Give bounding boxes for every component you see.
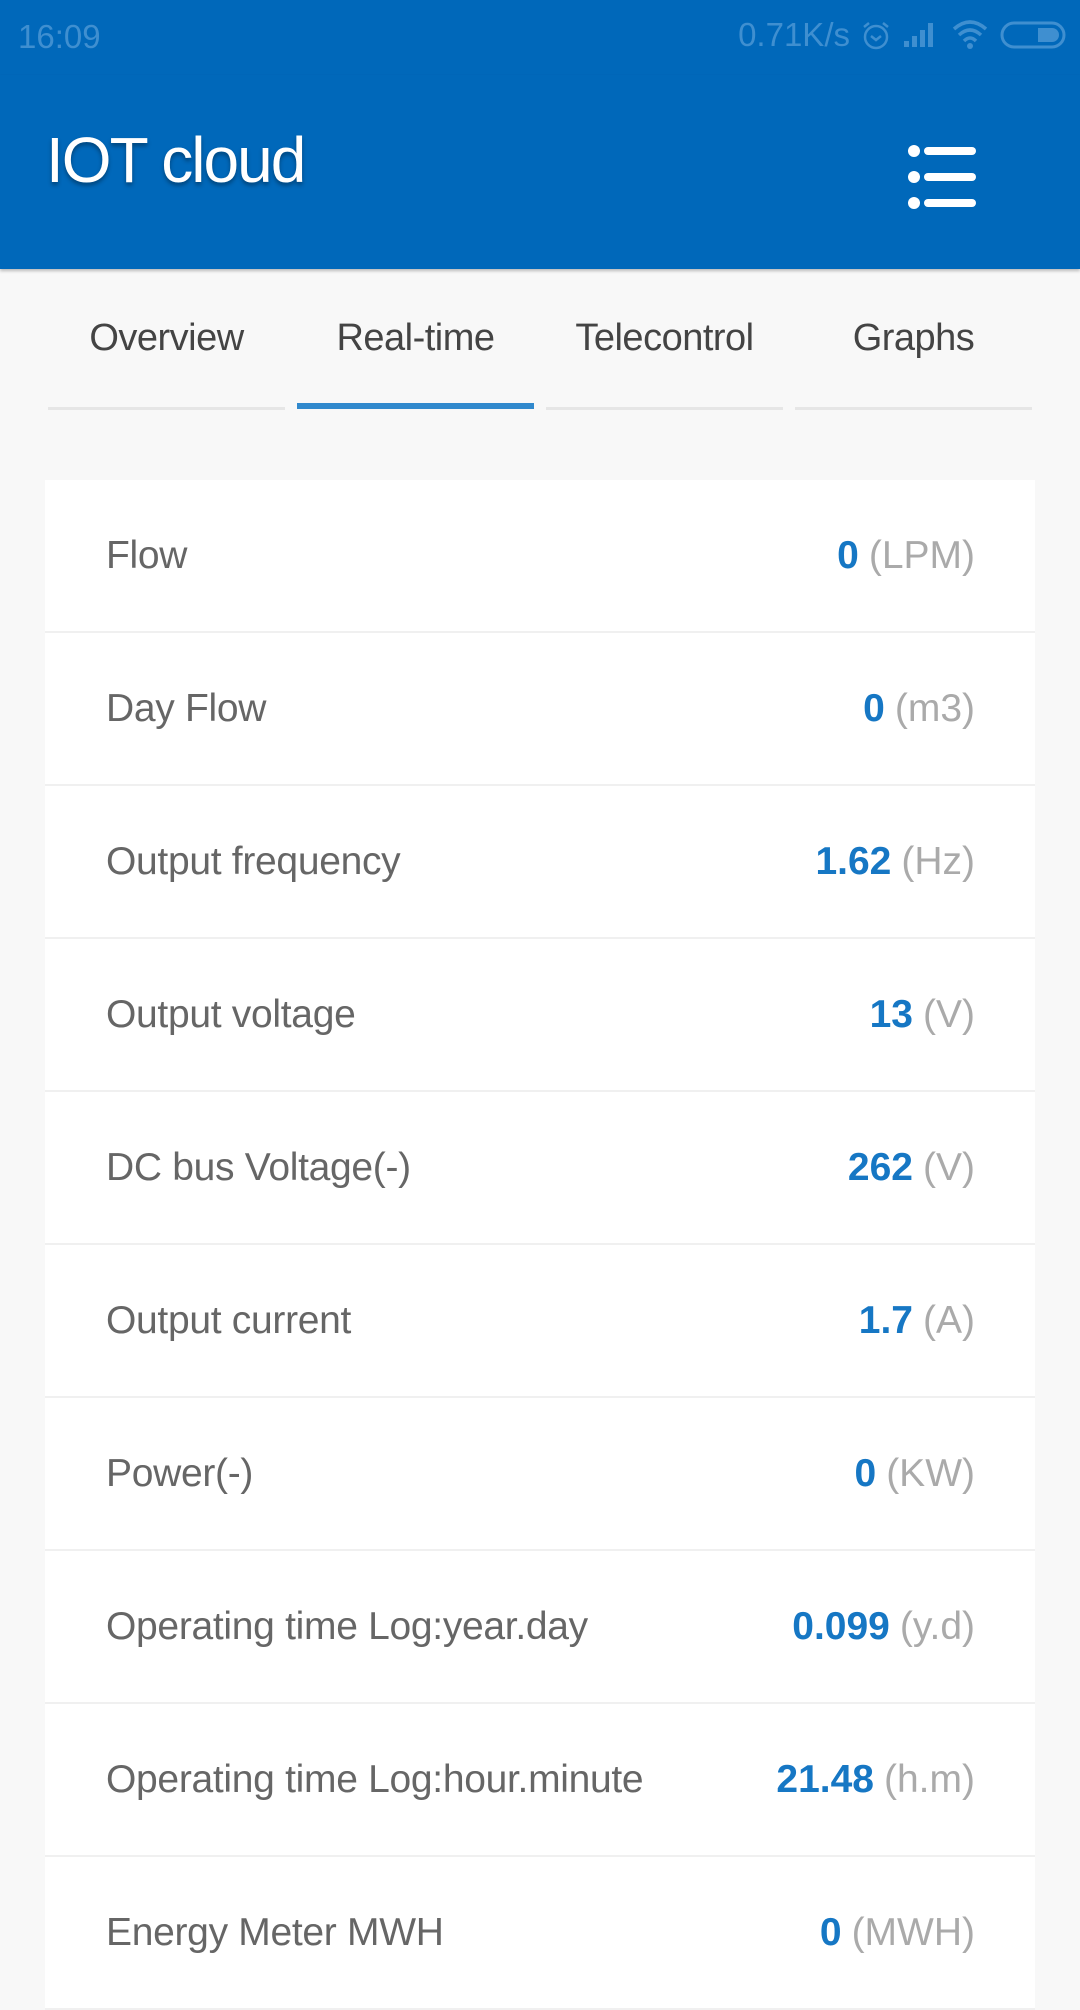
reading-value: 1.7 (A)	[859, 1299, 975, 1343]
tab-underline	[546, 407, 783, 410]
list-menu-icon	[900, 145, 990, 219]
reading-label: Output frequency	[106, 839, 401, 883]
reading-label: Day Flow	[106, 686, 267, 730]
reading-unit: (KW)	[886, 1451, 975, 1495]
readings-list: Flow 0 (LPM) Day Flow 0 (m3) Output freque…	[45, 480, 1035, 2010]
reading-label: Operating time Log:year.day	[106, 1604, 588, 1648]
reading-value: 0 (KW)	[854, 1452, 975, 1496]
reading-unit: (y.d)	[899, 1604, 975, 1648]
tab-graphs[interactable]: Graphs	[795, 290, 1032, 420]
tab-bar: Overview Real-time Telecontrol Graphs	[48, 290, 1032, 420]
reading-label: Output voltage	[106, 992, 356, 1036]
tab-telecontrol[interactable]: Telecontrol	[546, 290, 783, 420]
reading-value: 13 (V)	[870, 993, 975, 1037]
menu-button[interactable]	[900, 125, 990, 215]
reading-value: 0 (m3)	[863, 687, 975, 731]
reading-unit: (V)	[923, 992, 975, 1036]
reading-unit: (V)	[923, 1145, 975, 1189]
reading-number: 21.48	[776, 1757, 874, 1801]
network-speed: 0.71K/s	[738, 16, 850, 53]
reading-value: 0.099 (y.d)	[792, 1605, 975, 1649]
reading-unit: (MWH)	[851, 1910, 975, 1954]
reading-row-power[interactable]: Power(-) 0 (KW)	[45, 1398, 1035, 1551]
reading-label: DC bus Voltage(-)	[106, 1145, 411, 1189]
reading-unit: (LPM)	[868, 533, 975, 577]
tab-overview[interactable]: Overview	[48, 290, 285, 420]
reading-row-day-flow[interactable]: Day Flow 0 (m3)	[45, 633, 1035, 786]
app-title: IOT cloud	[46, 124, 306, 196]
reading-row-energy-meter[interactable]: Energy Meter MWH 0 (MWH)	[45, 1857, 1035, 2010]
app-bar: IOT cloud	[0, 75, 1080, 269]
reading-unit: (Hz)	[901, 839, 975, 883]
reading-label: Power(-)	[106, 1451, 254, 1495]
reading-number: 1.62	[815, 839, 892, 883]
reading-number: 0	[819, 1910, 842, 1954]
reading-unit: (A)	[923, 1298, 975, 1342]
reading-number: 262	[847, 1145, 913, 1189]
status-icons: 0.71K/s	[738, 16, 1066, 54]
reading-number: 1.7	[858, 1298, 913, 1342]
reading-label: Operating time Log:hour.minute	[106, 1757, 644, 1801]
reading-value: 1.62 (Hz)	[815, 840, 975, 884]
reading-number: 0	[837, 533, 859, 577]
reading-value: 21.48 (h.m)	[776, 1758, 975, 1802]
tab-underline	[795, 407, 1032, 410]
reading-row-output-voltage[interactable]: Output voltage 13 (V)	[45, 939, 1035, 1092]
tab-label: Telecontrol	[575, 317, 754, 359]
reading-number: 0.099	[792, 1604, 890, 1648]
reading-label: Energy Meter MWH	[106, 1910, 444, 1954]
reading-value: 262 (V)	[848, 1146, 975, 1190]
tab-label: Graphs	[852, 317, 975, 359]
reading-row-operating-time-year-day[interactable]: Operating time Log:year.day 0.099 (y.d)	[45, 1551, 1035, 1704]
battery-icon	[1000, 20, 1066, 50]
reading-label: Flow	[106, 533, 188, 577]
reading-row-dc-bus-voltage[interactable]: DC bus Voltage(-) 262 (V)	[45, 1092, 1035, 1245]
wifi-icon	[950, 19, 990, 51]
reading-row-output-frequency[interactable]: Output frequency 1.62 (Hz)	[45, 786, 1035, 939]
reading-number: 0	[863, 686, 885, 730]
reading-value: 0 (LPM)	[837, 534, 975, 578]
tab-active-indicator	[297, 403, 534, 409]
tab-real-time[interactable]: Real-time	[297, 290, 534, 420]
reading-label: Output current	[106, 1298, 352, 1342]
reading-unit: (h.m)	[884, 1757, 975, 1801]
tab-underline	[48, 407, 285, 410]
tab-label: Overview	[89, 317, 244, 359]
reading-number: 0	[854, 1451, 877, 1495]
reading-unit: (m3)	[894, 686, 975, 730]
reading-row-output-current[interactable]: Output current 1.7 (A)	[45, 1245, 1035, 1398]
signal-icon	[902, 21, 940, 49]
reading-number: 13	[869, 992, 913, 1036]
reading-row-flow[interactable]: Flow 0 (LPM)	[45, 480, 1035, 633]
alarm-icon	[860, 19, 892, 51]
reading-row-operating-time-hour-minute[interactable]: Operating time Log:hour.minute 21.48 (h.m…	[45, 1704, 1035, 1857]
reading-value: 0 (MWH)	[820, 1911, 975, 1955]
status-time: 16:09	[18, 18, 101, 55]
status-bar: 16:09 0.71K/s	[0, 0, 1080, 75]
